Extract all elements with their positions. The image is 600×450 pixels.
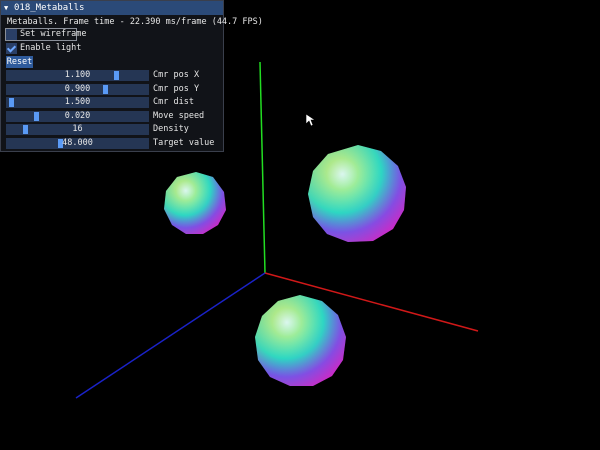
slider-value: 1.500 <box>64 97 91 107</box>
axis-y <box>259 61 266 274</box>
slider-label: Cmr pos Y <box>153 84 200 94</box>
axis-z <box>75 272 266 399</box>
metaballs-window[interactable]: ▼ 018_Metaballs Metaballs. Frame time - … <box>0 0 263 152</box>
slider-value: 16 <box>72 124 83 134</box>
collapse-arrow-icon[interactable]: ▼ <box>4 1 8 15</box>
slider-move-speed[interactable]: 0.020 <box>6 111 149 122</box>
slider-label: Target value <box>153 138 215 148</box>
metaball-left <box>164 172 226 234</box>
slider-value: 48.000 <box>62 138 93 148</box>
slider-value: 1.100 <box>64 70 91 80</box>
wireframe-label: Set wireframe <box>20 29 87 39</box>
slider-value: 0.900 <box>64 84 91 94</box>
reset-button[interactable]: Reset <box>6 56 33 68</box>
slider-label: Cmr dist <box>153 97 194 107</box>
slider-density[interactable]: 16 <box>6 124 149 135</box>
metaball-bottom <box>255 295 346 386</box>
frame-time-text: Metaballs. Frame time - 22.390 ms/frame … <box>7 17 263 27</box>
slider-label: Move speed <box>153 111 205 121</box>
light-checkbox[interactable] <box>6 43 17 54</box>
slider-cmr-pos-y[interactable]: 0.900 <box>6 84 149 95</box>
window-titlebar[interactable]: ▼ 018_Metaballs <box>1 1 223 15</box>
mouse-cursor-icon <box>305 113 316 127</box>
slider-cmr-pos-x[interactable]: 1.100 <box>6 70 149 81</box>
wireframe-checkbox[interactable] <box>6 29 17 40</box>
window-title: 018_Metaballs <box>14 3 85 13</box>
light-label: Enable light <box>20 43 82 53</box>
slider-value: 0.020 <box>64 111 91 121</box>
slider-cmr-dist[interactable]: 1.500 <box>6 97 149 108</box>
slider-target-value[interactable]: 48.000 <box>6 138 149 149</box>
metaball-right <box>308 145 406 242</box>
slider-label: Density <box>153 124 189 134</box>
slider-label: Cmr pos X <box>153 70 200 80</box>
